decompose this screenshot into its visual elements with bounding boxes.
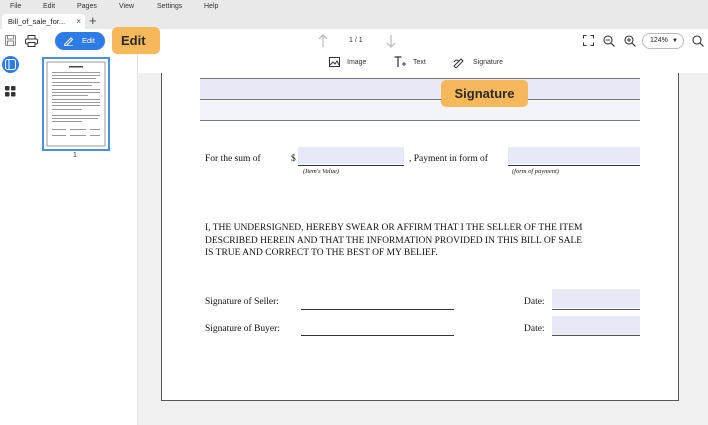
table-field-2[interactable] <box>200 100 640 120</box>
payment-form-field[interactable] <box>508 147 640 164</box>
sidebar-rail <box>0 53 22 425</box>
document-tab[interactable]: Bill_of_sale_for... × <box>2 14 85 29</box>
thumbnails-panel-button[interactable] <box>2 56 19 73</box>
image-icon[interactable] <box>329 57 340 67</box>
payment-label: , Payment in form of <box>409 154 488 164</box>
print-icon[interactable] <box>25 35 38 47</box>
panel-icon <box>5 59 16 70</box>
edit-subtoolbar: Image Text Signature <box>138 53 708 73</box>
next-page-icon[interactable] <box>386 34 396 48</box>
save-icon[interactable] <box>5 35 16 46</box>
tab-title: Bill_of_sale_for... <box>8 17 66 26</box>
tab-close-icon[interactable]: × <box>76 14 81 29</box>
edit-callout-label: Edit <box>121 33 146 48</box>
item-value-underline <box>298 165 404 166</box>
menu-pages[interactable]: Pages <box>77 3 97 10</box>
signature-callout-label: Signature <box>454 86 515 101</box>
grid-view-icon[interactable] <box>5 86 16 97</box>
signature-tool-label[interactable]: Signature <box>473 59 503 66</box>
menu-file[interactable]: File <box>10 3 21 10</box>
thumbnail-preview <box>46 61 106 147</box>
buyer-date-label: Date: <box>524 324 545 334</box>
page-thumbnail[interactable] <box>42 57 110 151</box>
buyer-signature-label: Signature of Buyer: <box>205 324 280 334</box>
affirmation-text: I, THE UNDERSIGNED, HEREBY SWEAR OR AFFI… <box>205 222 582 260</box>
menu-settings[interactable]: Settings <box>157 3 182 10</box>
menu-help[interactable]: Help <box>204 3 218 10</box>
seller-signature-label: Signature of Seller: <box>205 297 279 307</box>
signature-callout: Signature <box>441 80 528 107</box>
table-line <box>200 78 640 79</box>
affirmation-line-1: I, THE UNDERSIGNED, HEREBY SWEAR OR AFFI… <box>205 223 583 233</box>
edit-button[interactable]: Edit <box>55 32 105 50</box>
menu-edit[interactable]: Edit <box>43 3 55 10</box>
main-toolbar: Edit 1 / 1 124% ▼ <box>0 29 708 53</box>
affirmation-line-3: IS TRUE AND CORRECT TO THE BEST OF MY BE… <box>205 248 438 258</box>
signature-icon[interactable] <box>453 56 465 68</box>
payment-form-underline <box>508 165 640 166</box>
item-value-field[interactable] <box>298 147 404 164</box>
menu-bar: File Edit Pages View Settings Help <box>0 0 708 13</box>
thumbnail-panel: 1 <box>22 53 138 425</box>
menu-view[interactable]: View <box>119 3 134 10</box>
dollar-sign: $ <box>291 154 296 164</box>
edit-button-label: Edit <box>82 36 95 45</box>
text-icon[interactable] <box>394 56 406 68</box>
affirmation-line-2: DESCRIBED HEREIN AND THAT THE INFORMATIO… <box>205 235 583 246</box>
document-page[interactable]: For the sum of $ , Payment in form of (I… <box>161 73 679 401</box>
buyer-signature-line[interactable] <box>301 335 454 336</box>
buyer-date-underline <box>552 335 640 336</box>
search-icon[interactable] <box>692 35 704 47</box>
zoom-value: 124% <box>650 37 668 44</box>
sum-label: For the sum of <box>205 154 261 164</box>
zoom-select[interactable]: 124% ▼ <box>642 33 684 49</box>
seller-date-underline <box>552 309 640 310</box>
seller-signature-line[interactable] <box>301 309 454 310</box>
table-field-1[interactable] <box>200 78 640 99</box>
chevron-down-icon: ▼ <box>672 38 678 44</box>
new-tab-button[interactable]: + <box>89 13 97 28</box>
edit-callout: Edit <box>112 27 160 54</box>
seller-date-label: Date: <box>524 297 545 307</box>
pencil-icon <box>63 37 74 46</box>
zoom-in-icon[interactable] <box>624 35 636 47</box>
table-line <box>200 120 640 121</box>
payment-form-caption: (form of payment) <box>512 168 559 175</box>
item-value-caption: (Item's Value) <box>303 168 339 175</box>
thumbnail-page-number: 1 <box>73 152 77 159</box>
seller-date-field[interactable] <box>552 289 640 308</box>
page-indicator[interactable]: 1 / 1 <box>349 37 363 44</box>
image-tool-label[interactable]: Image <box>347 59 366 66</box>
fit-page-icon[interactable] <box>583 35 594 46</box>
buyer-date-field[interactable] <box>552 316 640 335</box>
text-tool-label[interactable]: Text <box>413 59 426 66</box>
previous-page-icon[interactable] <box>318 34 328 48</box>
zoom-out-icon[interactable] <box>603 35 615 47</box>
tab-bar: Bill_of_sale_for... × + <box>0 13 708 29</box>
